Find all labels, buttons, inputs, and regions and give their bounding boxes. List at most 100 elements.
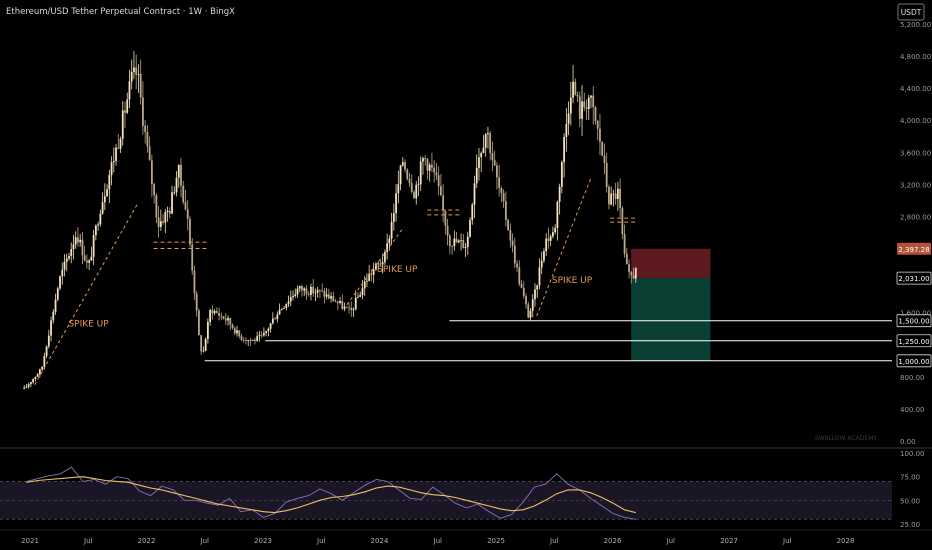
- candle-body: [285, 303, 288, 308]
- candle-body: [36, 374, 39, 377]
- candle-body: [115, 147, 117, 162]
- candle-body: [211, 310, 214, 314]
- candle-body: [186, 209, 189, 219]
- candle-body: [296, 288, 299, 295]
- candle-body: [128, 81, 131, 100]
- candle-body: [41, 366, 43, 370]
- take-profit-zone[interactable]: [631, 278, 711, 361]
- candle-body: [224, 318, 227, 321]
- candle-body: [599, 128, 601, 142]
- candle-body: [439, 186, 442, 196]
- candle-body: [38, 369, 41, 375]
- time-axis-tick: 2023: [254, 537, 272, 545]
- candle-body: [251, 339, 254, 341]
- candle-body: [576, 94, 579, 97]
- candle-body: [137, 73, 140, 75]
- candle-body: [27, 384, 30, 387]
- candle-body: [339, 300, 341, 303]
- candle-body: [592, 95, 595, 108]
- candle-body: [184, 202, 187, 210]
- candle-body: [359, 294, 362, 297]
- candle-body: [361, 288, 364, 295]
- candle-body: [182, 185, 185, 203]
- candle-body: [236, 330, 238, 334]
- time-axis-tick: 2022: [138, 537, 156, 545]
- candle-body: [112, 161, 115, 163]
- candle-body: [534, 289, 536, 300]
- chart-canvas[interactable]: SPIKE UP SPIKE UP SPIKE UP 1,500.00 1,250.0…: [0, 0, 932, 550]
- candle-body: [321, 290, 324, 292]
- rsi-axis-tick: 25.00: [900, 521, 920, 529]
- candle-body: [168, 210, 171, 214]
- time-axis-tick: 2025: [487, 537, 505, 545]
- candle-body: [545, 238, 548, 252]
- candle-body: [265, 330, 268, 333]
- candle-body: [444, 210, 447, 226]
- candle-body: [171, 192, 173, 214]
- price-axis-tick: 4,000.00: [900, 117, 931, 125]
- candle-body: [193, 270, 196, 294]
- candle-body: [388, 238, 391, 244]
- candle-body: [213, 310, 216, 314]
- candle-body: [32, 378, 35, 383]
- candle-body: [45, 346, 48, 357]
- candle-body: [404, 162, 406, 170]
- candle-body: [310, 286, 312, 295]
- candle-body: [280, 308, 283, 310]
- candle-body: [596, 120, 599, 129]
- candle-body: [146, 131, 149, 147]
- candle-body: [316, 289, 319, 293]
- time-axis-tick: Jul: [549, 537, 559, 545]
- candle-body: [343, 306, 346, 309]
- stop-loss-zone[interactable]: [631, 248, 711, 279]
- candle-body: [218, 312, 220, 316]
- candle-body: [166, 210, 169, 213]
- candle-body: [267, 328, 270, 331]
- candle-body: [254, 339, 256, 342]
- candle-body: [401, 162, 404, 166]
- candle-body: [623, 234, 626, 254]
- candle-body: [495, 165, 498, 178]
- candle-body: [552, 232, 554, 237]
- currency-button-label[interactable]: USDT: [901, 8, 922, 17]
- candle-body: [157, 217, 160, 227]
- candle-body: [504, 201, 507, 220]
- candle-body: [556, 201, 559, 228]
- candle-body: [498, 177, 501, 189]
- candle-body: [233, 328, 236, 334]
- candle-body: [482, 147, 485, 153]
- price-axis-tick: 5,200.00: [900, 21, 931, 29]
- candle-body: [507, 219, 509, 230]
- candle-body: [453, 238, 456, 247]
- candle-body: [516, 263, 518, 268]
- candle-body: [397, 184, 400, 194]
- candle-body: [372, 269, 375, 275]
- candle-body: [209, 310, 212, 322]
- candle-body: [153, 184, 156, 196]
- candle-body: [601, 141, 604, 156]
- candle-body: [327, 294, 330, 299]
- candle-body: [133, 67, 135, 72]
- candle-body: [357, 296, 359, 298]
- candle-body: [569, 97, 572, 114]
- candle-body: [262, 332, 265, 336]
- candle-body: [99, 213, 102, 225]
- time-axis-tick: Jul: [782, 537, 792, 545]
- candle-body: [390, 221, 393, 239]
- candle-body: [117, 147, 120, 149]
- candle-body: [159, 221, 162, 227]
- candle-body: [148, 146, 151, 161]
- rsi-axis-tick: 50.00: [900, 497, 920, 505]
- watermark: SWALLOW ACADEMY: [815, 435, 877, 442]
- candle-body: [269, 323, 272, 329]
- price-badge-label: 2,397.28: [898, 246, 929, 254]
- candle-body: [511, 240, 514, 246]
- symbol-title: Ethereum/USD Tether Perpetual Contract ·…: [6, 7, 235, 17]
- candle-body: [52, 311, 55, 321]
- candle-body: [65, 258, 68, 262]
- candle-body: [547, 238, 550, 241]
- candle-body: [392, 213, 395, 222]
- price-axis-tick: 400.00: [900, 406, 925, 414]
- candle-body: [287, 301, 290, 304]
- candle-body: [150, 160, 153, 185]
